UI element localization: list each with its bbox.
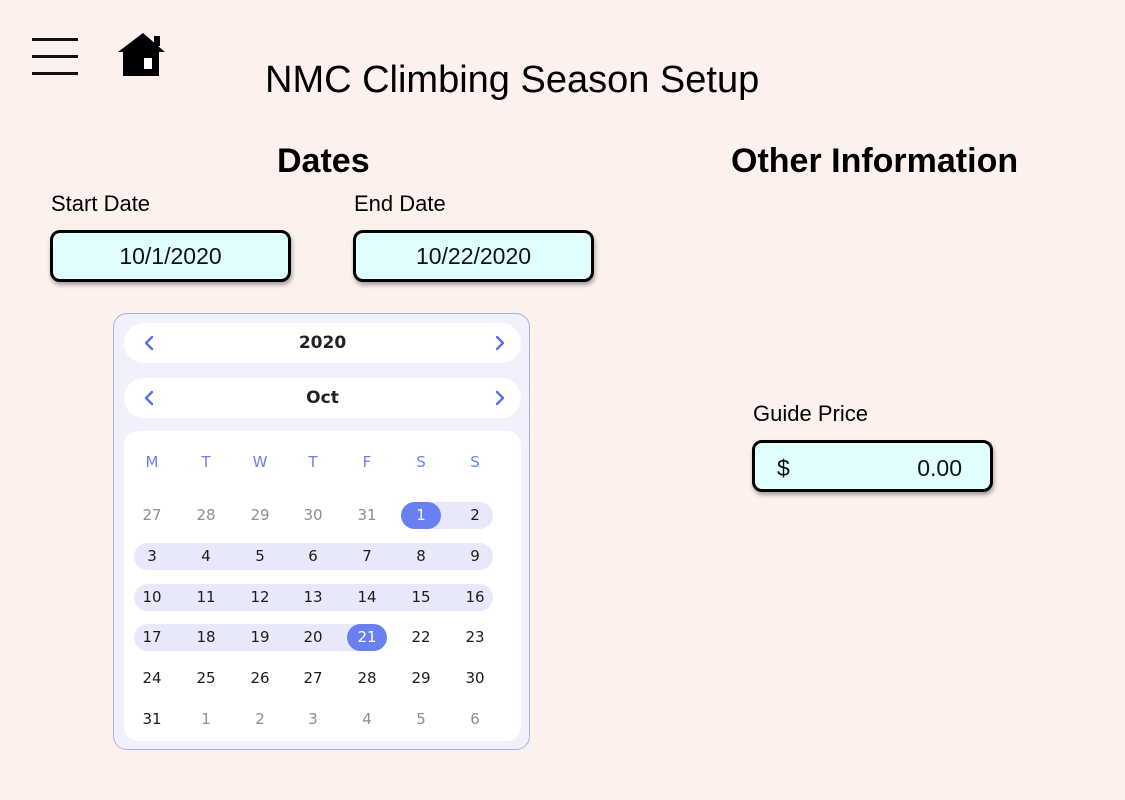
calendar-day[interactable]: 20 [293, 624, 333, 651]
calendar-day[interactable]: 27 [132, 502, 172, 529]
calendar-day[interactable]: 5 [401, 706, 441, 733]
calendar-day[interactable]: 11 [186, 584, 226, 611]
calendar-day[interactable]: 28 [347, 665, 387, 692]
calendar-day[interactable]: 29 [401, 665, 441, 692]
selected-start-day[interactable]: 1 [401, 502, 441, 529]
calendar-day[interactable]: 4 [186, 543, 226, 570]
month-label: Oct [306, 388, 339, 408]
start-date-label: Start Date [51, 191, 151, 216]
weekday-header: T [308, 453, 318, 471]
guide-price-field[interactable]: $ 0.00 [752, 440, 993, 492]
calendar-day[interactable]: 28 [186, 502, 226, 529]
calendar-day[interactable]: 29 [240, 502, 280, 529]
calendar-day[interactable]: 31 [132, 706, 172, 733]
weekday-header: T [201, 453, 211, 471]
calendar-day[interactable]: 27 [293, 665, 333, 692]
calendar-day[interactable]: 1 [186, 706, 226, 733]
selected-end-day[interactable]: 21 [347, 624, 387, 651]
weekday-header: F [362, 453, 372, 471]
calendar-day[interactable]: 10 [132, 584, 172, 611]
calendar-day[interactable]: 18 [186, 624, 226, 651]
home-icon[interactable] [118, 30, 166, 78]
end-date-field[interactable] [353, 230, 594, 282]
dates-section-title: Dates [277, 142, 370, 180]
calendar-day[interactable]: 13 [293, 584, 333, 611]
hamburger-menu-icon[interactable] [32, 38, 78, 76]
calendar-day[interactable]: 14 [347, 584, 387, 611]
calendar-day[interactable]: 30 [455, 665, 495, 692]
end-date-label: End Date [354, 191, 446, 216]
weekday-header: S [470, 453, 480, 471]
guide-price-label: Guide Price [753, 401, 868, 426]
calendar-day[interactable]: 4 [347, 706, 387, 733]
other-information-title: Other Information [731, 142, 1019, 180]
calendar-day-grid: M T W T F S S 27 28 29 30 31 1 2 3 4 5 6 7 8 9 10 11 12 13 14 15 16… [124, 431, 521, 741]
year-label: 2020 [298, 333, 347, 353]
calendar-day[interactable]: 2 [455, 502, 495, 529]
calendar-day[interactable]: 12 [240, 584, 280, 611]
start-date-field[interactable] [50, 230, 291, 282]
next-year-chevron-icon[interactable] [487, 331, 511, 355]
calendar-day[interactable]: 31 [347, 502, 387, 529]
next-month-chevron-icon[interactable] [487, 386, 511, 410]
calendar-day[interactable]: 23 [455, 624, 495, 651]
year-selector: 2020 [124, 323, 521, 363]
calendar-day[interactable]: 22 [401, 624, 441, 651]
calendar-day[interactable]: 17 [132, 624, 172, 651]
calendar-day[interactable]: 25 [186, 665, 226, 692]
currency-symbol: $ [777, 455, 790, 481]
calendar-day[interactable]: 6 [455, 706, 495, 733]
calendar-day[interactable]: 19 [240, 624, 280, 651]
calendar-day[interactable]: 7 [347, 543, 387, 570]
page-title: NMC Climbing Season Setup [265, 59, 760, 101]
month-selector: Oct [124, 378, 521, 418]
guide-price-value: 0.00 [917, 455, 962, 481]
calendar-day[interactable]: 8 [401, 543, 441, 570]
weekday-header: M [145, 453, 159, 471]
calendar-day[interactable]: 3 [293, 706, 333, 733]
calendar-day[interactable]: 3 [132, 543, 172, 570]
calendar-day[interactable]: 26 [240, 665, 280, 692]
weekday-header: S [416, 453, 426, 471]
weekday-header: W [252, 453, 268, 471]
calendar-day[interactable]: 5 [240, 543, 280, 570]
calendar-day[interactable]: 16 [455, 584, 495, 611]
calendar-day[interactable]: 30 [293, 502, 333, 529]
calendar-day[interactable]: 2 [240, 706, 280, 733]
calendar-day[interactable]: 6 [293, 543, 333, 570]
calendar-day[interactable]: 24 [132, 665, 172, 692]
date-picker-calendar: 2020 Oct M T W T F S S 27 28 29 30 31 1 2 3 4 5 6 7 8 9 10 11 1… [113, 313, 530, 750]
calendar-day[interactable]: 15 [401, 584, 441, 611]
calendar-day[interactable]: 9 [455, 543, 495, 570]
